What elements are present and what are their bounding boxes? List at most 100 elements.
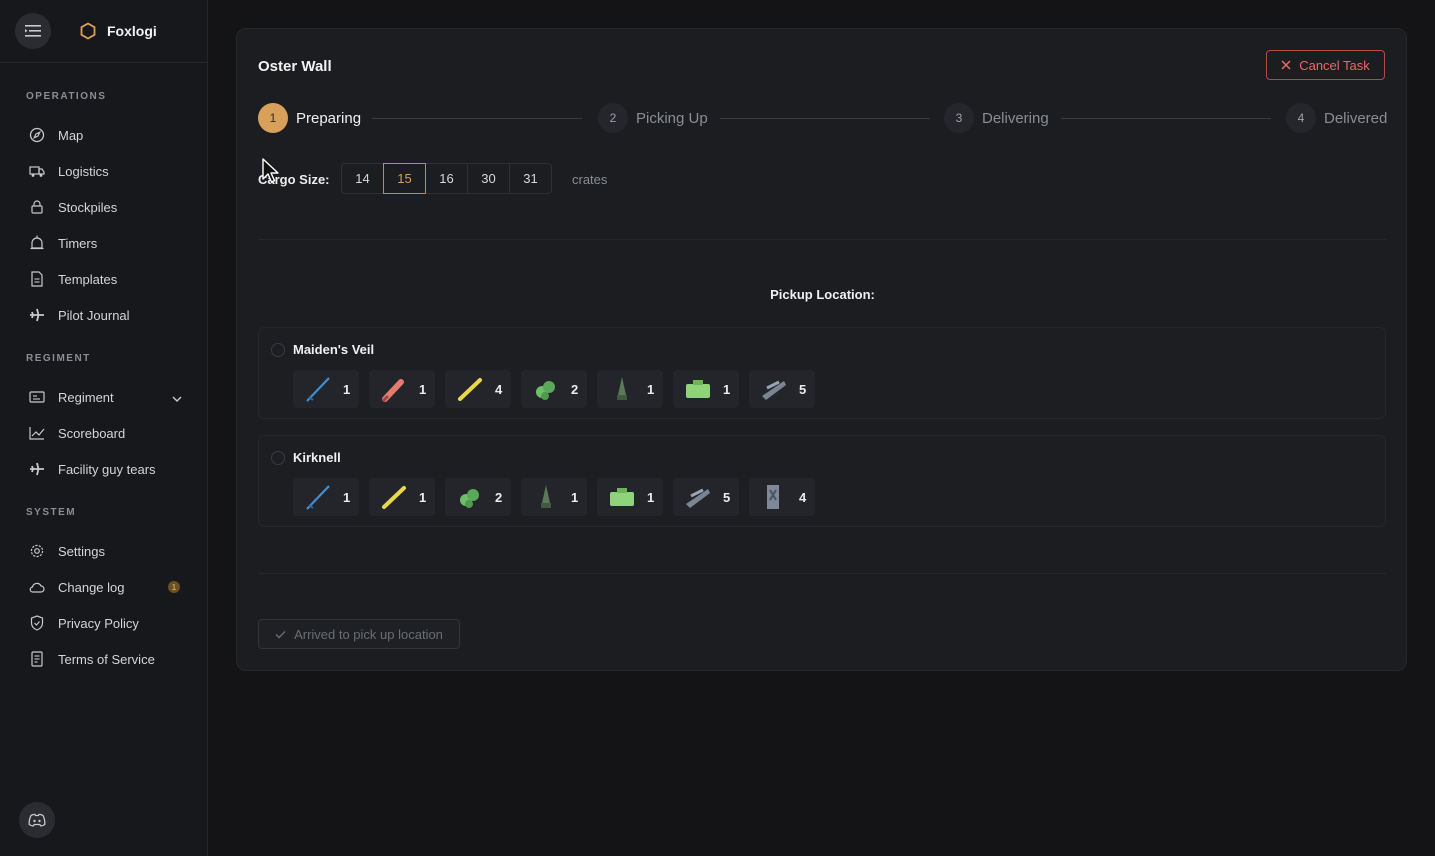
sidebar-item-settings[interactable]: Settings [28,541,188,561]
sidebar-item-facility-guy-tears[interactable]: Facility guy tears [28,459,188,479]
hexagon-logo-icon [80,22,96,40]
item-quantity: 2 [495,489,503,505]
item-quantity: 1 [343,489,351,505]
arrived-pickup-label: Arrived to pick up location [294,626,443,642]
divider [258,239,1386,240]
item-chip: 2 [445,478,511,516]
arrived-pickup-button[interactable]: Arrived to pick up location [258,619,460,649]
step-picking-up: 2 Picking Up [598,103,708,133]
sidebar-item-stockpiles[interactable]: Stockpiles [28,197,188,217]
gear-icon [28,542,46,560]
discord-button[interactable] [19,802,55,838]
grenade-cluster-icon [529,372,563,406]
location-name: Kirknell [293,450,341,465]
item-chip: 1 [597,478,663,516]
section-operations: OPERATIONS [26,91,107,102]
alarm-icon [28,234,46,252]
item-chip: 5 [749,370,815,408]
document-icon [28,270,46,288]
item-quantity: 1 [419,381,427,397]
location-items: 1 1 2 1 1 5 4 [293,478,815,516]
sidebar-item-label: Templates [58,271,118,287]
mouse-cursor-icon [262,158,279,183]
ammo-crate-icon [681,372,715,406]
sidebar-item-label: Regiment [58,389,114,405]
item-chip: 1 [369,478,435,516]
step-connector [720,118,930,119]
step-label: Preparing [296,109,362,127]
item-chip: 1 [293,370,359,408]
sidebar-item-templates[interactable]: Templates [28,269,188,289]
item-quantity: 1 [647,489,655,505]
sidebar-item-label: Terms of Service [58,651,155,667]
lock-icon [28,198,46,216]
sidebar-item-label: Facility guy tears [58,461,156,477]
cancel-task-button[interactable]: Cancel Task [1266,50,1385,80]
location-option-maidens-veil[interactable]: Maiden's Veil 1 1 4 2 1 1 5 [258,327,1386,419]
section-system: SYSTEM [26,507,77,518]
sidebar-item-scoreboard[interactable]: Scoreboard [28,423,188,443]
menu-icon [25,25,41,37]
sidebar-item-label: Settings [58,543,105,559]
step-connector [1061,118,1271,119]
item-chip: 2 [521,370,587,408]
step-number: 3 [944,103,974,133]
cargo-size-selector: 14 15 16 30 31 [341,163,552,194]
brand-name: Foxlogi [107,23,157,39]
sidebar-item-logistics[interactable]: Logistics [28,161,188,181]
step-delivering: 3 Delivering [944,103,1049,133]
discord-icon [28,813,46,827]
sidebar-header: Foxlogi [0,0,207,63]
task-stepper: 1 Preparing 2 Picking Up 3 Delivering 4 … [258,103,1388,135]
cancel-task-label: Cancel Task [1299,57,1370,73]
cargo-option-14[interactable]: 14 [341,163,384,194]
sidebar-item-label: Change log [58,579,125,595]
step-label: Delivered [1324,109,1388,127]
receipt-icon [28,650,46,668]
item-quantity: 4 [799,489,807,505]
cargo-option-31[interactable]: 31 [509,163,552,194]
shield-icon [28,614,46,632]
location-items: 1 1 4 2 1 1 5 [293,370,815,408]
plane-icon [28,306,46,324]
sidebar-item-terms-of-service[interactable]: Terms of Service [28,649,188,669]
sidebar-item-timers[interactable]: Timers [28,233,188,253]
chart-icon [28,424,46,442]
cargo-option-15[interactable]: 15 [383,163,426,194]
grenade-cluster-icon [453,480,487,514]
item-chip: 1 [293,478,359,516]
mortar-shell-icon [529,480,563,514]
item-quantity: 1 [723,381,731,397]
supply-box-icon [757,480,791,514]
sidebar-item-regiment[interactable]: Regiment [28,387,188,407]
cargo-option-30[interactable]: 30 [467,163,510,194]
item-quantity: 5 [723,489,731,505]
sidebar-item-pilot-journal[interactable]: Pilot Journal [28,305,188,325]
item-quantity: 1 [571,489,579,505]
sidebar-item-label: Logistics [58,163,109,179]
location-radio[interactable] [271,343,285,357]
step-connector [372,118,582,119]
item-chip: 1 [369,370,435,408]
menu-toggle-button[interactable] [15,13,51,49]
location-radio[interactable] [271,451,285,465]
sidebar-item-label: Stockpiles [58,199,118,215]
item-quantity: 2 [571,381,579,397]
location-option-kirknell[interactable]: Kirknell 1 1 2 1 1 5 4 [258,435,1386,527]
sidebar: Foxlogi OPERATIONS Map Logistics Stockpi… [0,0,208,856]
chevron-down-icon[interactable] [172,390,182,405]
change-log-badge: 1 [168,581,180,593]
divider [258,573,1386,574]
sidebar-item-change-log[interactable]: Change log 1 [28,577,188,597]
sidebar-item-map[interactable]: Map [28,125,188,145]
sidebar-item-label: Scoreboard [58,425,126,441]
rifle-icon [301,372,335,406]
sidebar-item-label: Privacy Policy [58,615,139,631]
cargo-option-16[interactable]: 16 [425,163,468,194]
mortar-shell-icon [605,372,639,406]
close-icon [1281,60,1291,70]
step-number: 2 [598,103,628,133]
item-chip: 1 [673,370,739,408]
brand[interactable]: Foxlogi [79,22,157,40]
sidebar-item-privacy-policy[interactable]: Privacy Policy [28,613,188,633]
